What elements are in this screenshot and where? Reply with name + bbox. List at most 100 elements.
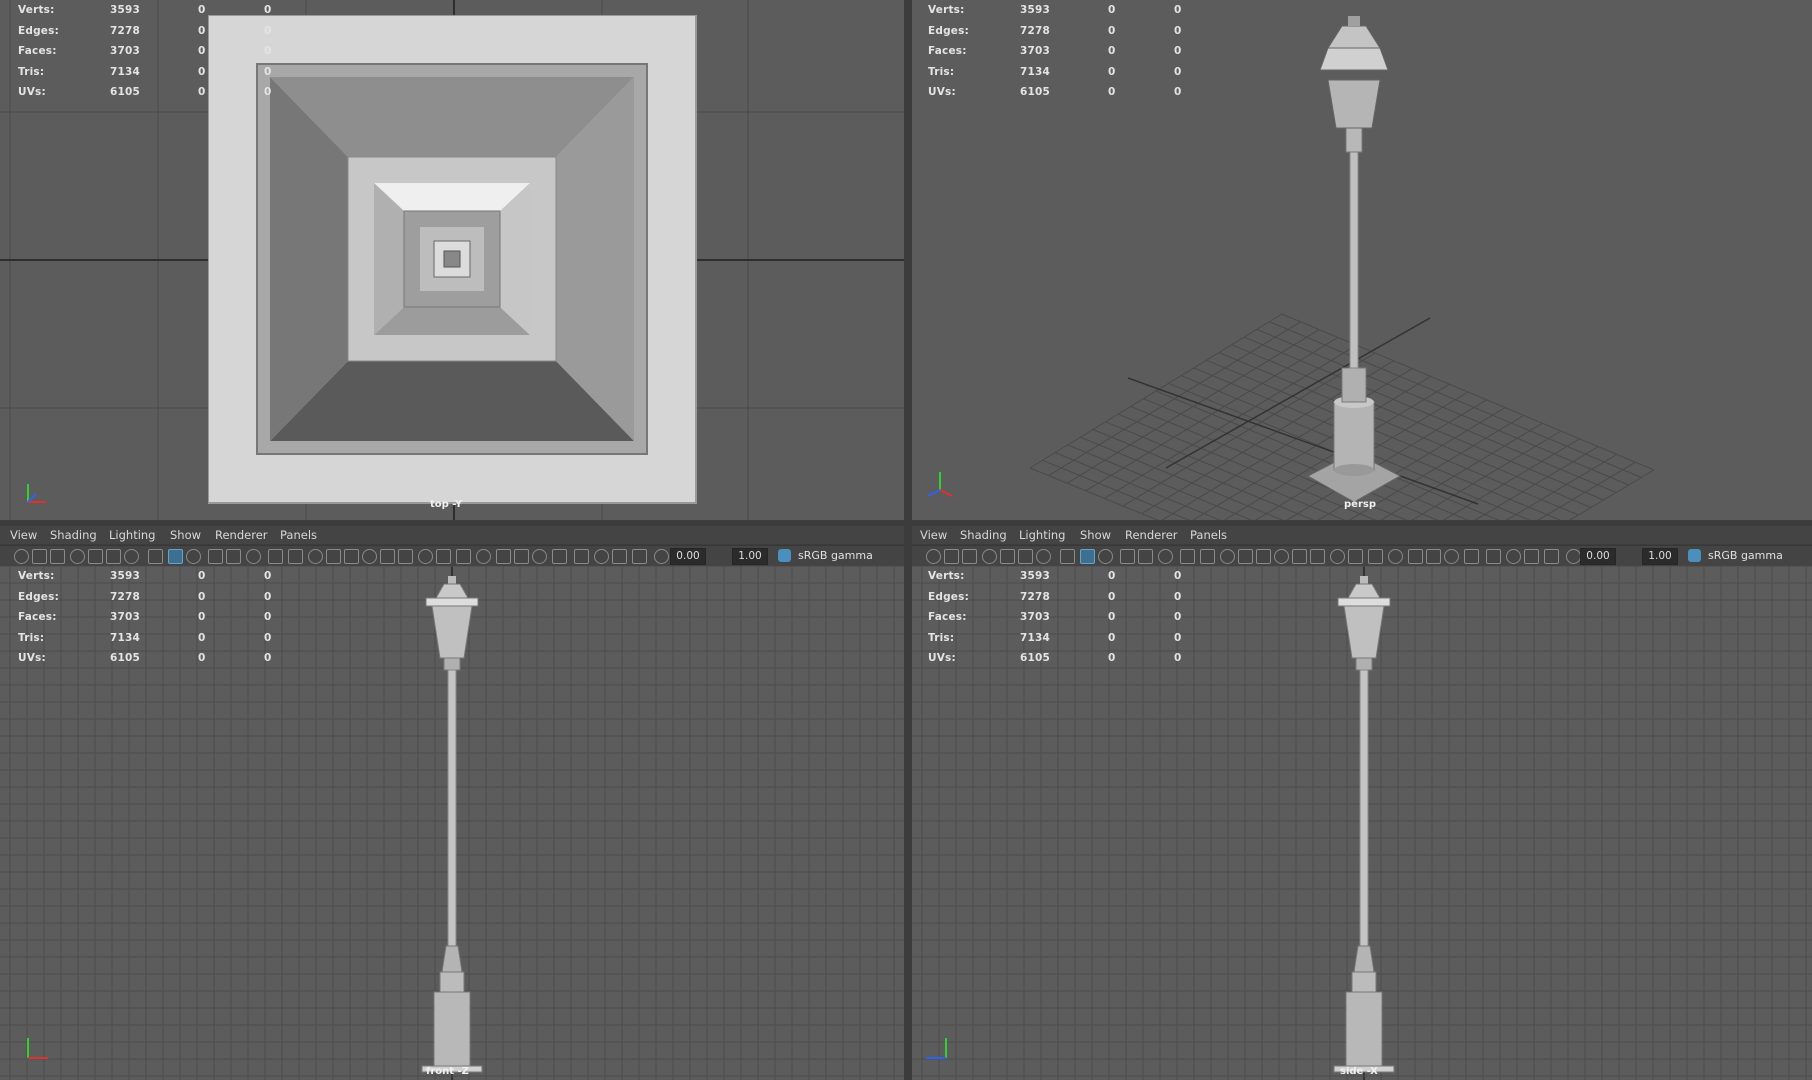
ao-icon[interactable] bbox=[380, 549, 395, 564]
bookmark-icon[interactable] bbox=[50, 549, 65, 564]
xray-joints-icon[interactable] bbox=[476, 549, 491, 564]
wireframe-icon[interactable] bbox=[268, 549, 283, 564]
image-plane-icon[interactable] bbox=[982, 549, 997, 564]
default-material-icon[interactable] bbox=[1220, 549, 1235, 564]
lamp-front-model bbox=[421, 576, 483, 1073]
lights-icon[interactable] bbox=[1256, 549, 1271, 564]
viewport-icon[interactable] bbox=[654, 549, 669, 564]
menu-renderer[interactable]: Renderer bbox=[215, 528, 268, 542]
isolate-icon[interactable] bbox=[1158, 549, 1173, 564]
image-plane-icon[interactable] bbox=[70, 549, 85, 564]
exposure-field[interactable]: 0.00 bbox=[670, 548, 706, 565]
ortho-icon[interactable] bbox=[1524, 549, 1539, 564]
menu-show[interactable]: Show bbox=[170, 528, 201, 542]
gamma-icon[interactable] bbox=[594, 549, 609, 564]
exposure-icon[interactable] bbox=[1486, 549, 1501, 564]
viewport-top[interactable]: Verts: 3593 0 0 Edges: 7278 0 0 Faces: 3703 0 0 T… bbox=[0, 0, 904, 520]
hud-label: UVs: bbox=[928, 652, 956, 664]
wireframe-icon[interactable] bbox=[1180, 549, 1195, 564]
resolution-gate-icon[interactable] bbox=[124, 549, 139, 564]
exposure-icon[interactable] bbox=[574, 549, 589, 564]
gamma-icon[interactable] bbox=[1506, 549, 1521, 564]
field-chart-icon[interactable] bbox=[1098, 549, 1113, 564]
camera-attr-icon[interactable] bbox=[32, 549, 47, 564]
frame-sel-icon[interactable] bbox=[552, 549, 567, 564]
xray-icon[interactable] bbox=[456, 549, 471, 564]
viewport-front[interactable]: Verts: 3593 0 0 Edges: 7278 0 0 Faces: 3703 0 0 T… bbox=[0, 566, 904, 1080]
viewport-icon[interactable] bbox=[1566, 549, 1581, 564]
shadows-icon[interactable] bbox=[1274, 549, 1289, 564]
2d-pan-icon[interactable] bbox=[1000, 549, 1015, 564]
safe-action-icon[interactable] bbox=[1120, 549, 1135, 564]
ao-icon[interactable] bbox=[1292, 549, 1307, 564]
viewport-persp[interactable]: Verts: 3593 0 0 Edges: 7278 0 0 Faces: 3703 0 0 T… bbox=[912, 0, 1812, 520]
motion-blur-icon[interactable] bbox=[1310, 549, 1325, 564]
2d-pan-icon[interactable] bbox=[88, 549, 103, 564]
dof-icon[interactable] bbox=[436, 549, 451, 564]
menu-show[interactable]: Show bbox=[1080, 528, 1111, 542]
menu-shading[interactable]: Shading bbox=[50, 528, 97, 542]
menu-panels[interactable]: Panels bbox=[1190, 528, 1227, 542]
menu-view[interactable]: View bbox=[920, 528, 947, 542]
safe-title-icon[interactable] bbox=[226, 549, 241, 564]
camera-attr-icon[interactable] bbox=[944, 549, 959, 564]
smooth-shade-icon[interactable] bbox=[288, 549, 303, 564]
film-gate-icon[interactable] bbox=[1080, 549, 1095, 564]
field-chart-icon[interactable] bbox=[186, 549, 201, 564]
safe-action-icon[interactable] bbox=[208, 549, 223, 564]
colorspace-label[interactable]: sRGB gamma bbox=[1708, 549, 1783, 562]
textured-icon[interactable] bbox=[1238, 549, 1253, 564]
aa-icon[interactable] bbox=[418, 549, 433, 564]
aa-icon[interactable] bbox=[1330, 549, 1345, 564]
select-icon[interactable] bbox=[1426, 549, 1441, 564]
grid-icon[interactable] bbox=[1060, 549, 1075, 564]
hud-label: Verts: bbox=[928, 570, 965, 582]
menu-lighting[interactable]: Lighting bbox=[109, 528, 155, 542]
xray-joints-icon[interactable] bbox=[1388, 549, 1403, 564]
grid-icon[interactable] bbox=[148, 549, 163, 564]
xray-comp-icon[interactable] bbox=[1408, 549, 1423, 564]
select-icon[interactable] bbox=[514, 549, 529, 564]
film-gate-icon[interactable] bbox=[168, 549, 183, 564]
shadows-icon[interactable] bbox=[362, 549, 377, 564]
menu-lighting[interactable]: Lighting bbox=[1019, 528, 1065, 542]
colorspace-icon[interactable] bbox=[778, 549, 791, 562]
frame-sel-icon[interactable] bbox=[1464, 549, 1479, 564]
frame-all-icon[interactable] bbox=[532, 549, 547, 564]
camera-icon[interactable] bbox=[14, 549, 29, 564]
menu-view[interactable]: View bbox=[10, 528, 37, 542]
exposure-field[interactable]: 0.00 bbox=[1580, 548, 1616, 565]
hud-value: 0 bbox=[1174, 652, 1182, 664]
smooth-shade-icon[interactable] bbox=[1200, 549, 1215, 564]
safe-title-icon[interactable] bbox=[1138, 549, 1153, 564]
menu-shading[interactable]: Shading bbox=[960, 528, 1007, 542]
menu-renderer[interactable]: Renderer bbox=[1125, 528, 1178, 542]
persp-icon[interactable] bbox=[632, 549, 647, 564]
isolate-icon[interactable] bbox=[246, 549, 261, 564]
viewport-side[interactable]: Verts: 3593 0 0 Edges: 7278 0 0 Faces: 3703 0 0 T… bbox=[912, 566, 1812, 1080]
textured-icon[interactable] bbox=[326, 549, 341, 564]
grease-pencil-icon[interactable] bbox=[1018, 549, 1033, 564]
axis-gizmo-icon bbox=[927, 472, 953, 497]
colorspace-label[interactable]: sRGB gamma bbox=[798, 549, 873, 562]
persp-icon[interactable] bbox=[1544, 549, 1559, 564]
dof-icon[interactable] bbox=[1348, 549, 1363, 564]
ortho-icon[interactable] bbox=[612, 549, 627, 564]
gamma-field[interactable]: 1.00 bbox=[732, 548, 768, 565]
camera-icon[interactable] bbox=[926, 549, 941, 564]
menu-panels[interactable]: Panels bbox=[280, 528, 317, 542]
colorspace-icon[interactable] bbox=[1688, 549, 1701, 562]
hud-value: 0 bbox=[1108, 590, 1116, 603]
hud-label: Verts: bbox=[928, 4, 965, 16]
xray-comp-icon[interactable] bbox=[496, 549, 511, 564]
panel-menu-bar: View Shading Lighting Show Renderer Pane… bbox=[0, 526, 904, 544]
default-material-icon[interactable] bbox=[308, 549, 323, 564]
xray-icon[interactable] bbox=[1368, 549, 1383, 564]
resolution-gate-icon[interactable] bbox=[1036, 549, 1051, 564]
gamma-field[interactable]: 1.00 bbox=[1642, 548, 1678, 565]
lights-icon[interactable] bbox=[344, 549, 359, 564]
bookmark-icon[interactable] bbox=[962, 549, 977, 564]
grease-pencil-icon[interactable] bbox=[106, 549, 121, 564]
motion-blur-icon[interactable] bbox=[398, 549, 413, 564]
frame-all-icon[interactable] bbox=[1444, 549, 1459, 564]
